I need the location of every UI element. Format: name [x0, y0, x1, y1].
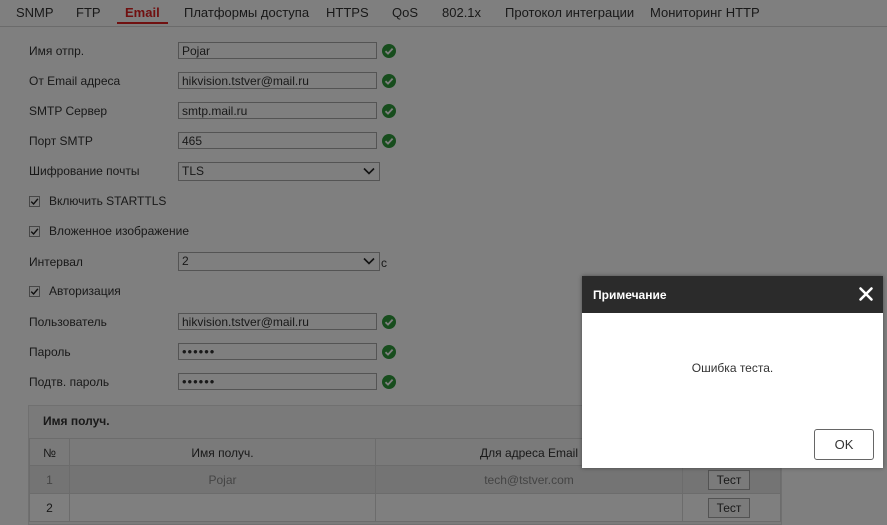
dialog-title: Примечание [593, 288, 667, 302]
close-icon[interactable] [858, 286, 874, 302]
dialog-message: Ошибка теста. [691, 361, 774, 375]
dialog-header: Примечание [582, 276, 883, 313]
ok-button[interactable]: OK [814, 429, 874, 460]
notice-dialog: Примечание Ошибка теста. OK [582, 276, 883, 468]
